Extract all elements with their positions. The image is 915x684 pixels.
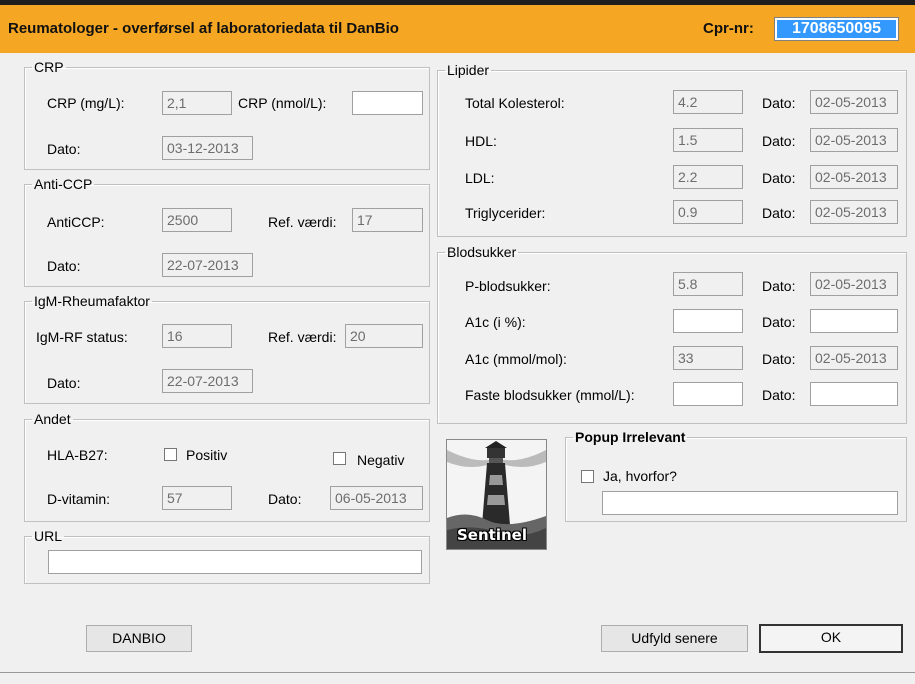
crp-nmol-label: CRP (nmol/L):: [238, 95, 327, 111]
positiv-label[interactable]: Positiv: [186, 447, 227, 463]
blod-label: A1c (i %):: [465, 314, 526, 330]
blod-date-field[interactable]: 02-05-2013: [810, 346, 898, 370]
blod-value-field[interactable]: [673, 309, 743, 333]
blod-date-label: Dato:: [762, 387, 796, 403]
igm-ref-label: Ref. værdi:: [268, 329, 337, 345]
anticcp-ref-label: Ref. værdi:: [268, 214, 337, 230]
popup-reason-field[interactable]: [602, 491, 898, 515]
sentinel-logo: Sentinel: [446, 439, 547, 550]
blod-date-field[interactable]: 02-05-2013: [810, 272, 898, 296]
igm-date-label: Dato:: [47, 375, 81, 391]
dvit-date-field[interactable]: 06-05-2013: [330, 486, 423, 510]
blod-label: P-blodsukker:: [465, 278, 551, 294]
lipid-date-field[interactable]: 02-05-2013: [810, 128, 898, 152]
blod-date-label: Dato:: [762, 278, 796, 294]
igm-ref-field[interactable]: 20: [345, 324, 423, 348]
crp-legend: CRP: [34, 59, 64, 75]
header-bar: Reumatologer - overførsel af laboratorie…: [0, 5, 915, 53]
crp-date-field[interactable]: 03-12-2013: [162, 136, 253, 160]
blod-date-field[interactable]: [810, 382, 898, 406]
negativ-label[interactable]: Negativ: [357, 452, 404, 468]
lipid-date-label: Dato:: [762, 133, 796, 149]
dvit-field[interactable]: 57: [162, 486, 232, 510]
cpr-value[interactable]: 1708650095: [777, 20, 896, 38]
blod-label: A1c (mmol/mol):: [465, 351, 567, 367]
lipid-date-field[interactable]: 02-05-2013: [810, 165, 898, 189]
negativ-checkbox[interactable]: [333, 452, 346, 465]
anticcp-ref-field[interactable]: 17: [352, 208, 423, 232]
anticcp-date-field[interactable]: 22-07-2013: [162, 253, 253, 277]
lipid-value-field[interactable]: 0.9: [673, 200, 743, 224]
igm-date-field[interactable]: 22-07-2013: [162, 369, 253, 393]
cpr-label: Cpr-nr:: [703, 20, 754, 37]
url-legend: URL: [34, 528, 63, 544]
positiv-checkbox[interactable]: [164, 448, 177, 461]
blod-value-field[interactable]: 33: [673, 346, 743, 370]
anticcp-label: AntiCCP:: [47, 214, 105, 230]
andet-legend: Andet: [34, 411, 71, 427]
igm-field[interactable]: 16: [162, 324, 232, 348]
popup-legend: Popup Irrelevant: [575, 429, 686, 445]
blod-value-field[interactable]: 5.8: [673, 272, 743, 296]
url-field[interactable]: [48, 550, 422, 574]
window-title: Reumatologer - overførsel af laboratorie…: [8, 20, 399, 37]
igm-label: IgM-RF status:: [36, 329, 128, 345]
blod-label: Faste blodsukker (mmol/L):: [465, 387, 635, 403]
dvit-label: D-vitamin:: [47, 491, 111, 507]
lipid-value-field[interactable]: 1.5: [673, 128, 743, 152]
danbio-button[interactable]: DANBIO: [86, 625, 192, 652]
lipid-value-field[interactable]: 4.2: [673, 90, 743, 114]
ok-button[interactable]: OK: [759, 624, 903, 653]
lipid-value-field[interactable]: 2.2: [673, 165, 743, 189]
blod-date-label: Dato:: [762, 351, 796, 367]
blod-value-field[interactable]: [673, 382, 743, 406]
popup-checkbox-label[interactable]: Ja, hvorfor?: [603, 468, 677, 484]
hla-label: HLA-B27:: [47, 447, 108, 463]
igm-legend: IgM-Rheumafaktor: [34, 293, 150, 309]
crp-mgl-field[interactable]: 2,1: [162, 91, 232, 115]
crp-nmol-field[interactable]: [352, 91, 423, 115]
crp-mgl-label: CRP (mg/L):: [47, 95, 125, 111]
anticcp-date-label: Dato:: [47, 258, 81, 274]
lipid-date-label: Dato:: [762, 170, 796, 186]
bottom-divider: [0, 672, 915, 673]
blod-date-label: Dato:: [762, 314, 796, 330]
sentinel-logo-text: Sentinel: [457, 526, 527, 544]
lipid-label: HDL:: [465, 133, 497, 149]
anticcp-legend: Anti-CCP: [34, 176, 93, 192]
lipid-label: Triglycerider:: [465, 205, 546, 221]
blodsukker-legend: Blodsukker: [447, 244, 517, 260]
lipider-legend: Lipider: [447, 62, 490, 78]
lipid-date-field[interactable]: 02-05-2013: [810, 200, 898, 224]
popup-checkbox[interactable]: [581, 470, 594, 483]
lipid-date-field[interactable]: 02-05-2013: [810, 90, 898, 114]
anticcp-field[interactable]: 2500: [162, 208, 232, 232]
crp-date-label: Dato:: [47, 141, 81, 157]
fill-later-button[interactable]: Udfyld senere: [601, 625, 748, 652]
dvit-date-label: Dato:: [268, 491, 302, 507]
cpr-input[interactable]: 1708650095: [774, 17, 899, 41]
blod-date-field[interactable]: [810, 309, 898, 333]
lipid-label: LDL:: [465, 170, 495, 186]
lipid-label: Total Kolesterol:: [465, 95, 565, 111]
lipid-date-label: Dato:: [762, 95, 796, 111]
lipid-date-label: Dato:: [762, 205, 796, 221]
